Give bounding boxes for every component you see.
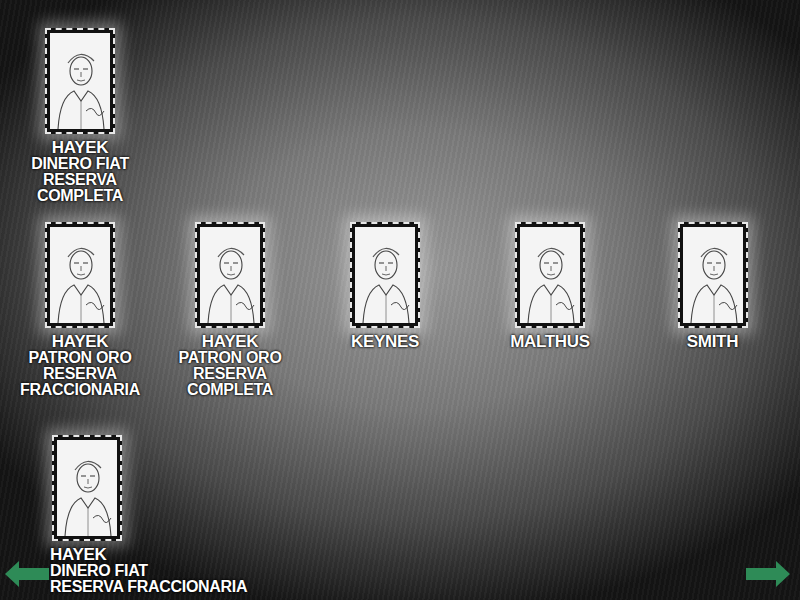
label-line: RESERVA: [193, 366, 267, 382]
portrait-frame: [45, 222, 115, 328]
back-button[interactable]: [5, 560, 51, 588]
label-line: MALTHUS: [510, 333, 590, 350]
economist-grid: HAYEKDINERO FIATRESERVACOMPLETAHAYEKPATR…: [0, 0, 800, 595]
label-line: COMPLETA: [187, 382, 273, 398]
label-line: RESERVA: [43, 172, 117, 188]
label-line: DINERO FIAT: [31, 156, 129, 172]
portrait-icon: [57, 440, 117, 536]
portrait-frame: [515, 222, 585, 328]
economist-card[interactable]: MALTHUS: [465, 222, 635, 435]
portrait-icon: [520, 227, 580, 323]
portrait-icon: [50, 227, 110, 323]
label-line: HAYEK: [52, 139, 108, 156]
portrait-frame: [52, 435, 122, 541]
economist-card[interactable]: KEYNES: [305, 222, 465, 435]
portrait-frame: [678, 222, 748, 328]
portrait-icon: [355, 227, 415, 323]
economist-card[interactable]: SMITH: [635, 222, 790, 435]
portrait-frame: [350, 222, 420, 328]
label-line: HAYEK: [50, 546, 106, 563]
label-line: HAYEK: [52, 333, 108, 350]
economist-card[interactable]: HAYEKDINERO FIATRESERVA FRACCIONARIA: [5, 435, 465, 595]
card-label: HAYEKDINERO FIATRESERVACOMPLETA: [31, 139, 129, 204]
label-line: DINERO FIAT: [50, 563, 148, 579]
portrait-frame: [195, 222, 265, 328]
next-button[interactable]: [746, 560, 792, 588]
label-line: KEYNES: [351, 333, 419, 350]
label-line: PATRON ORO: [28, 350, 131, 366]
portrait-icon: [683, 227, 743, 323]
portrait-icon: [50, 33, 110, 129]
label-line: FRACCIONARIA: [20, 382, 140, 398]
label-line: COMPLETA: [37, 188, 123, 204]
economist-card[interactable]: HAYEKPATRON ORORESERVACOMPLETA: [155, 222, 305, 435]
portrait-frame: [45, 28, 115, 134]
right-arrow-icon: [746, 561, 790, 587]
card-label: MALTHUS: [510, 333, 590, 350]
economist-card[interactable]: HAYEKDINERO FIATRESERVACOMPLETA: [5, 28, 155, 222]
card-label: HAYEKPATRON ORORESERVAFRACCIONARIA: [20, 333, 140, 398]
label-line: SMITH: [687, 333, 738, 350]
label-line: HAYEK: [202, 333, 258, 350]
label-line: RESERVA: [43, 366, 117, 382]
left-arrow-icon: [5, 561, 49, 587]
economist-card[interactable]: HAYEKPATRON ORORESERVAFRACCIONARIA: [5, 222, 155, 435]
label-line: RESERVA FRACCIONARIA: [50, 579, 247, 595]
card-label: HAYEKDINERO FIATRESERVA FRACCIONARIA: [50, 546, 247, 595]
card-label: SMITH: [687, 333, 738, 350]
chalkboard: HAYEKDINERO FIATRESERVACOMPLETAHAYEKPATR…: [0, 0, 800, 600]
label-line: PATRON ORO: [178, 350, 281, 366]
portrait-icon: [200, 227, 260, 323]
card-label: KEYNES: [351, 333, 419, 350]
card-label: HAYEKPATRON ORORESERVACOMPLETA: [178, 333, 281, 398]
